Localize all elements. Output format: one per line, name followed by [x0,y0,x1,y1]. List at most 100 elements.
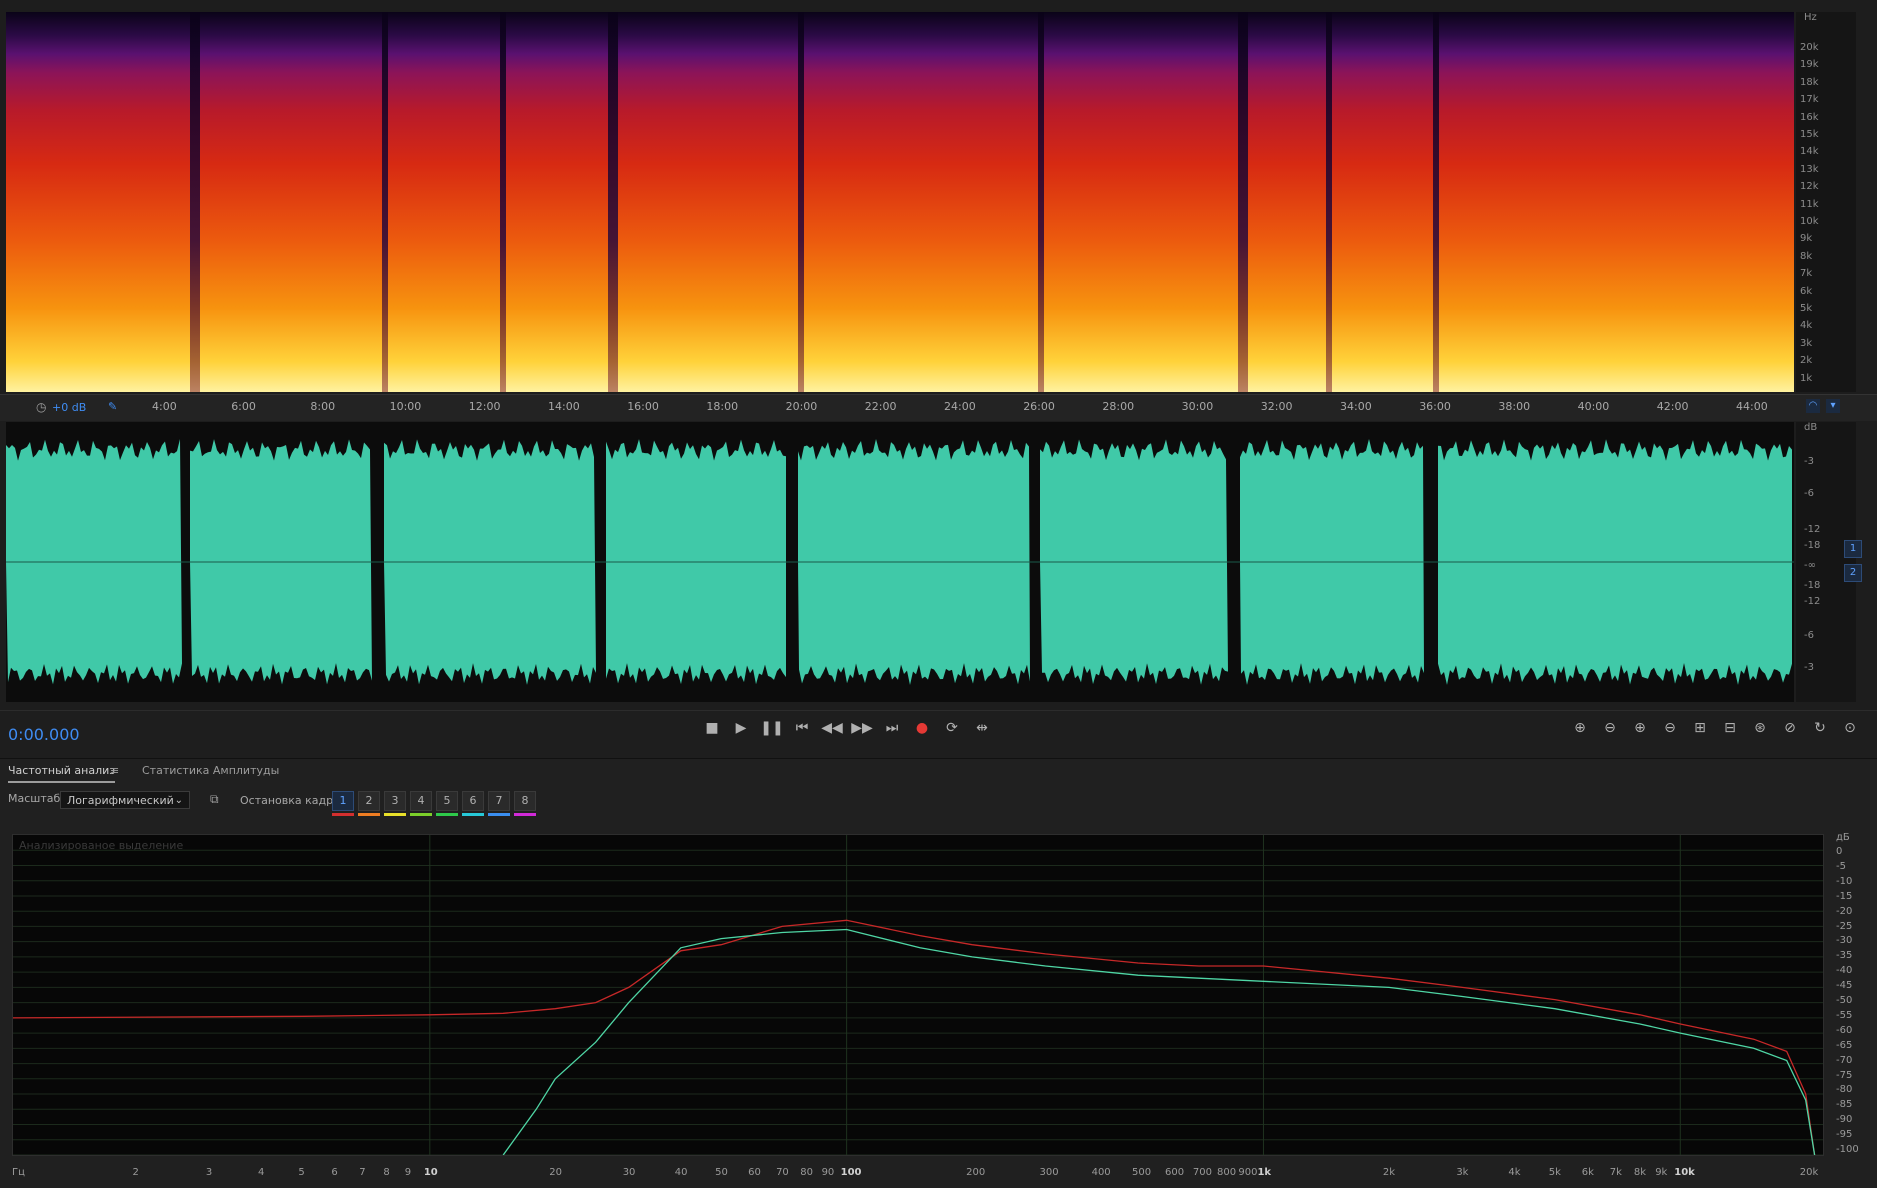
x-tick-label: 20 [549,1167,563,1178]
zoom-full-icon[interactable]: ⊞ [1688,716,1712,740]
frequency-axis: Гц 2 3 4 5 6 7 8 9 10 20 30 40 50 60 70 80 90 100 200 300 40… [12,1160,1824,1187]
zoom-reset-icon[interactable]: ↻ [1808,716,1832,740]
skip-selection-icon[interactable]: ⇹ [970,716,994,740]
x-tick-label: 500 [1131,1167,1152,1178]
freeze-frame-label: Остановка кадра: [240,794,344,807]
y-tick-label: -45 [1836,980,1853,992]
zoom-in-amplitude-icon[interactable]: ⊕ [1568,716,1592,740]
x-tick-label: 80 [800,1167,813,1178]
y-tick-label: -70 [1836,1054,1853,1066]
zoom-selection-icon[interactable]: ⊟ [1718,716,1742,740]
x-tick-label: 800 [1217,1167,1237,1178]
x-tick-label: 1k [1257,1167,1272,1178]
spectrum-line-1 [13,919,1816,1155]
freeze-frame-button[interactable]: 8 [514,791,536,811]
play-icon[interactable]: ▶ [729,716,753,740]
x-tick-label: 9k [1655,1167,1668,1178]
zoom-extra-icon[interactable]: ⊙ [1838,716,1862,740]
x-tick-label: 200 [966,1167,986,1178]
hz-tick-label: 9k [1800,233,1813,245]
frequency-chart: Анализированое выделение [12,834,1824,1156]
freeze-frame-button[interactable]: 7 [488,791,510,811]
marker-icon[interactable]: ▾ [1826,399,1840,413]
freeze-frame-color [436,813,458,816]
headphones-icon[interactable]: ◠ [1806,399,1820,413]
rewind-icon[interactable]: ◀◀ [820,716,844,740]
freeze-frame-button[interactable]: 2 [358,791,380,811]
tab-frequency-analysis[interactable]: Частотный анализ [8,764,116,783]
hz-tick-label: 16k [1800,111,1819,123]
spectrogram-view[interactable] [6,12,1794,392]
record-icon[interactable]: ● [910,716,934,740]
zoom-out-time-icon[interactable]: ⊖ [1658,716,1682,740]
time-tick-label: 12:00 [468,400,501,413]
waveform-view[interactable] [6,422,1794,702]
gain-label[interactable]: +0 dB [52,401,86,414]
y-tick-label: -20 [1836,905,1853,917]
x-tick-label: 600 [1164,1167,1185,1178]
spectrogram-gap [382,12,388,392]
db-axis: дБ 0 -5 -10 -15 -20 -25 -30 -35 -40 -45 -50 -55 -60 -… [1826,830,1877,1160]
zoom-in-time-icon[interactable]: ⊕ [1628,716,1652,740]
x-tick-label: 10 [423,1167,438,1178]
x-tick-label: 900 [1238,1167,1258,1178]
spectrogram-gap [500,12,506,392]
time-tick-label: 14:00 [548,400,580,413]
x-tick-label: 5k [1548,1167,1561,1178]
hz-tick-label: 1k [1800,372,1813,384]
timeline-ruler[interactable]: ◷ +0 dB ✎ 4:00 6:00 8:00 10:00 12:00 14:00 16:… [0,394,1877,421]
skip-end-icon[interactable]: ⏭ [880,716,904,740]
gain-knob-icon[interactable]: ◷ [36,400,46,414]
freeze-frame-button[interactable]: 4 [410,791,432,811]
y-tick-label: -95 [1836,1129,1853,1141]
time-tick-label: 16:00 [627,400,659,413]
db-tick-label: -6 [1804,630,1814,641]
x-tick-label: 700 [1192,1167,1212,1178]
stop-icon[interactable]: ■ [700,716,724,740]
x-tick-label: 3k [1456,1167,1469,1178]
freeze-frame-button[interactable]: 5 [436,791,458,811]
y-tick-label: -65 [1836,1039,1853,1051]
zoom-out-amplitude-icon[interactable]: ⊖ [1598,716,1622,740]
hz-unit: Hz [1804,12,1817,23]
frequency-ruler: Hz 20k 19k 18k 17k 16k 15k 14k 13k 12k 11k 10k 9k 8k… [1796,12,1856,392]
freeze-frame-button[interactable]: 6 [462,791,484,811]
zoom-out-point-icon[interactable]: ⊘ [1778,716,1802,740]
y-tick-label: -50 [1836,995,1853,1006]
time-tick-label: 30:00 [1181,400,1214,413]
time-tick-label: 40:00 [1577,400,1610,413]
channel-1-badge[interactable]: 1 [1844,540,1862,558]
y-tick-label: -35 [1836,950,1853,962]
panel-menu-icon[interactable]: ≡ [110,764,119,777]
x-tick-label: 7k [1609,1167,1622,1178]
scale-label: Масштаб: [8,792,64,805]
chevron-down-icon: ⌄ [174,795,183,806]
tab-amplitude-statistics[interactable]: Статистика Амплитуды [142,764,279,777]
db-tick-label: -18 [1804,580,1821,591]
x-tick-label: 20k [1799,1167,1819,1178]
x-tick-label: 6 [331,1167,338,1178]
hz-tick-label: 13k [1800,163,1819,175]
pin-icon[interactable]: ✎ [108,400,117,413]
scale-select[interactable]: Логарифмический ⌄ [60,791,190,809]
loop-icon[interactable]: ⟳ [940,716,964,740]
db-tick-label: -3 [1804,662,1814,673]
channel-2-badge[interactable]: 2 [1844,564,1862,582]
db-unit: dB [1804,422,1818,433]
fast-forward-icon[interactable]: ▶▶ [850,716,874,740]
freeze-frame-button[interactable]: 3 [384,791,406,811]
freeze-frame-button[interactable]: 1 [332,791,354,811]
hz-tick-label: 2k [1800,355,1813,367]
hz-tick-label: 5k [1800,303,1813,314]
pause-icon[interactable]: ❚❚ [760,716,784,740]
time-tick-label: 44:00 [1736,400,1768,413]
copy-icon[interactable]: ⧉ [210,792,219,807]
x-tick-label: 5 [298,1167,305,1178]
waveform-image [6,439,1794,685]
x-tick-label: 8 [383,1167,390,1178]
time-tick-label: 42:00 [1656,400,1689,413]
zoom-in-point-icon[interactable]: ⊛ [1748,716,1772,740]
transport-bar [0,710,1877,759]
hz-tick-label: 7k [1800,268,1813,280]
skip-start-icon[interactable]: ⏮ [790,716,814,740]
